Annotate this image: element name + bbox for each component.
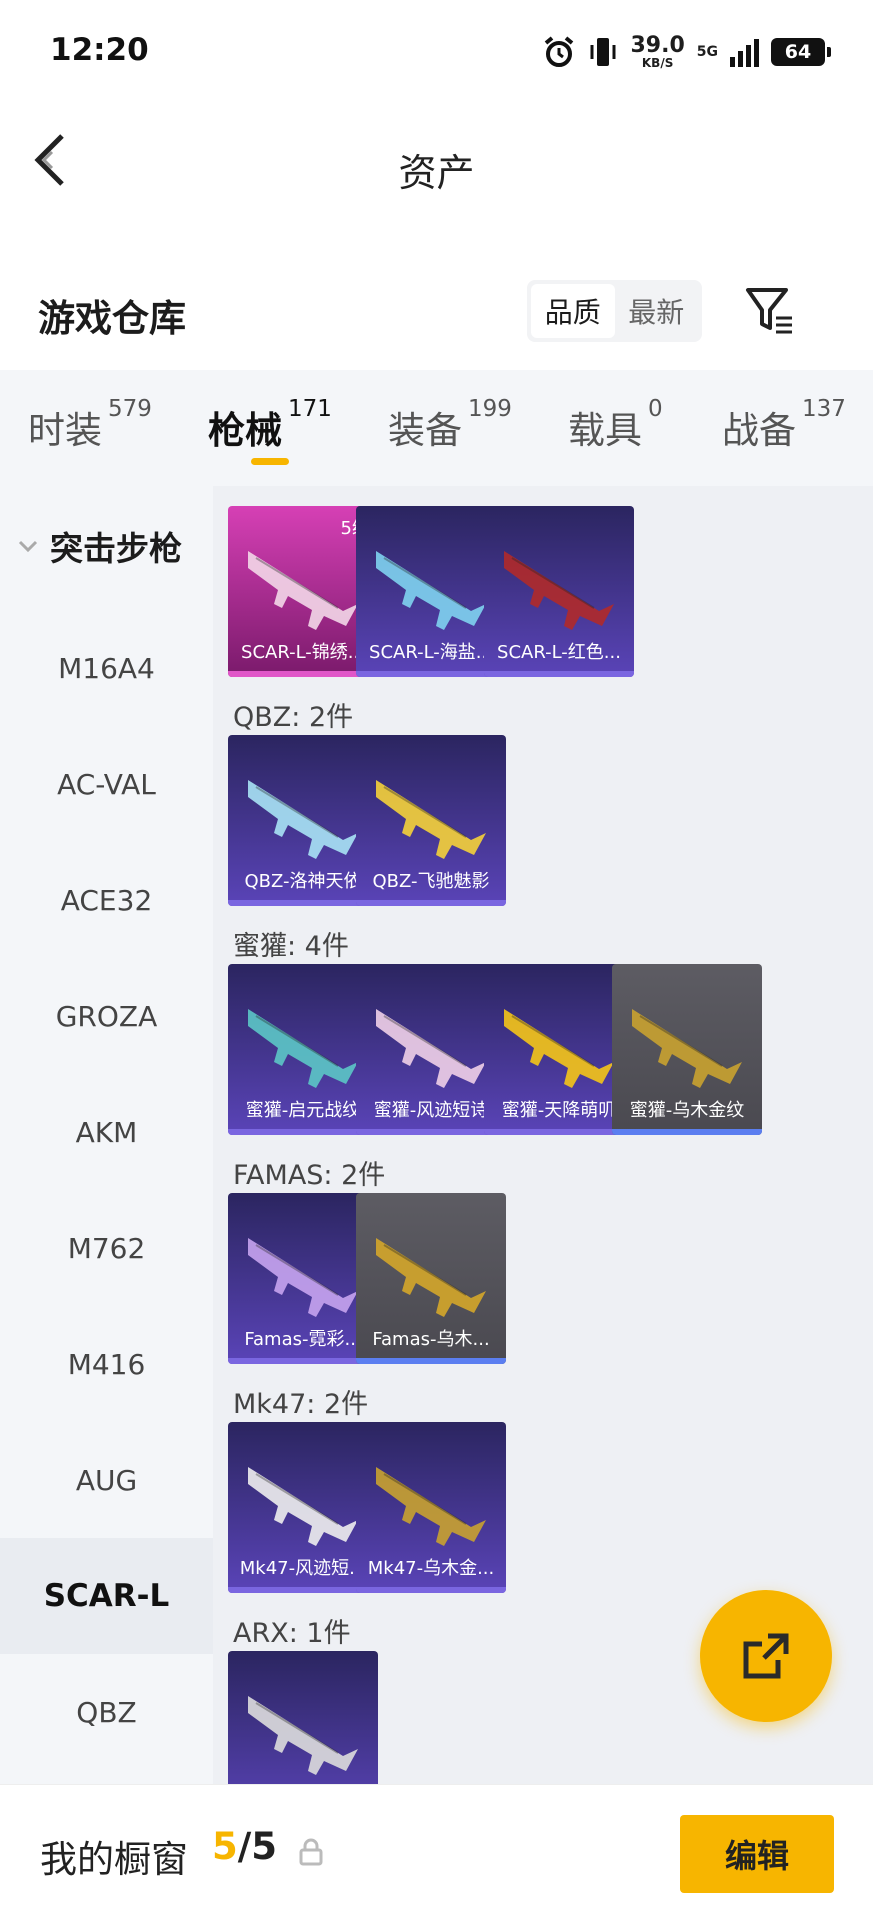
warehouse-title: 游戏仓库 xyxy=(38,297,186,340)
sidebar-item-akm[interactable]: AKM xyxy=(0,1074,213,1190)
group-label: Mk47: 2件 xyxy=(233,1389,369,1420)
group-label: FAMAS: 2件 xyxy=(233,1160,386,1191)
warehouse-header: 游戏仓库 品质 最新 xyxy=(0,270,873,360)
vibrate-icon xyxy=(590,38,616,66)
showcase-label: 我的橱窗 xyxy=(40,1838,188,1881)
sort-toggle: 品质 最新 xyxy=(527,280,702,342)
weapon-card[interactable]: QBZ-飞驰魅影 xyxy=(356,735,506,906)
rarity-bar xyxy=(356,1358,506,1364)
alarm-icon xyxy=(545,36,574,67)
weapon-name: 蜜獾-乌木金纹 xyxy=(629,1100,745,1121)
weapon-name: Mk47-乌木金... xyxy=(367,1558,495,1579)
rarity-bar xyxy=(356,900,506,906)
category-tabs: 时装 579 枪械 171 装备 199 载具 0 战备 137 xyxy=(0,370,873,486)
share-button[interactable] xyxy=(700,1590,832,1722)
sidebar-item-groza[interactable]: GROZA xyxy=(0,958,213,1074)
sidebar-group-label: 突击步枪 xyxy=(50,529,182,568)
weapon-card[interactable]: Famas-乌木... xyxy=(356,1193,506,1364)
group-label: ARX: 1件 xyxy=(233,1618,351,1649)
battery-icon: 64 xyxy=(771,38,831,66)
battery-level: 64 xyxy=(784,41,812,63)
weapon-name: Famas-乌木... xyxy=(372,1329,490,1350)
group-label: 蜜獾: 4件 xyxy=(233,931,349,962)
sidebar-group-assault-rifles[interactable]: 突击步枪 xyxy=(0,486,213,606)
signal-icon xyxy=(730,37,759,67)
weapon-card[interactable] xyxy=(228,1651,378,1784)
chevron-down-icon xyxy=(18,540,38,553)
active-tab-indicator xyxy=(251,458,289,465)
weapon-name: SCAR-L-红色... xyxy=(497,642,621,663)
header: 资产 xyxy=(0,100,873,230)
net-speed: 39.0 KB/S xyxy=(630,33,685,70)
page-title: 资产 xyxy=(398,151,475,195)
sidebar-item-qbz[interactable]: QBZ xyxy=(0,1654,213,1770)
weapon-card[interactable]: SCAR-L-红色... xyxy=(484,506,634,677)
weapon-name xyxy=(228,1776,378,1784)
group-label: QBZ: 2件 xyxy=(233,702,354,733)
sidebar-item-aug[interactable]: AUG xyxy=(0,1422,213,1538)
edit-button[interactable]: 编辑 xyxy=(680,1815,834,1893)
sort-newest[interactable]: 最新 xyxy=(615,284,699,338)
weapon-card[interactable]: Mk47-乌木金... xyxy=(356,1422,506,1593)
weapon-grid: 5级 SCAR-L-锦绣... SCAR-L-海盐... SCAR-L-红色... QB… xyxy=(213,486,873,1784)
sidebar-item-scar-l[interactable]: SCAR-L xyxy=(0,1538,213,1654)
status-time: 12:20 xyxy=(50,32,149,68)
sidebar-item-m16a4[interactable]: M16A4 xyxy=(0,610,213,726)
tab-vehicles[interactable]: 载具 0 xyxy=(568,396,663,454)
showcase-count: 5/5 xyxy=(212,1825,278,1868)
tab-equipment[interactable]: 装备 199 xyxy=(388,396,512,454)
weapon-card[interactable]: 蜜獾-乌木金纹 xyxy=(612,964,762,1135)
status-bar: 12:20 39.0 KB/S 5G 64 xyxy=(0,0,873,100)
tab-supplies[interactable]: 战备 137 xyxy=(722,396,846,454)
sidebar-item-m416[interactable]: M416 xyxy=(0,1306,213,1422)
showcase-bar: 我的橱窗 5/5 编辑 xyxy=(0,1784,873,1920)
weapon-sidebar: 突击步枪 M16A4 AC-VAL ACE32 GROZA AKM M762 M… xyxy=(0,486,213,1784)
status-icons: 39.0 KB/S 5G 64 xyxy=(542,30,831,74)
lock-icon xyxy=(299,1838,323,1866)
rarity-bar xyxy=(484,671,634,677)
share-icon xyxy=(743,1633,789,1679)
filter-button[interactable] xyxy=(742,282,798,340)
weapon-image xyxy=(228,1651,378,1784)
sidebar-item-m762[interactable]: M762 xyxy=(0,1190,213,1306)
rarity-bar xyxy=(356,1587,506,1593)
rarity-bar xyxy=(612,1129,762,1135)
sort-quality[interactable]: 品质 xyxy=(531,284,615,338)
weapon-name: QBZ-飞驰魅影 xyxy=(372,871,490,892)
sidebar-item-ace32[interactable]: ACE32 xyxy=(0,842,213,958)
filter-icon xyxy=(746,288,792,334)
sidebar-item-ac-val[interactable]: AC-VAL xyxy=(0,726,213,842)
network-type: 5G xyxy=(696,44,718,60)
tab-fashion[interactable]: 时装 579 xyxy=(28,396,152,454)
tab-firearms[interactable]: 枪械 171 xyxy=(208,396,332,454)
